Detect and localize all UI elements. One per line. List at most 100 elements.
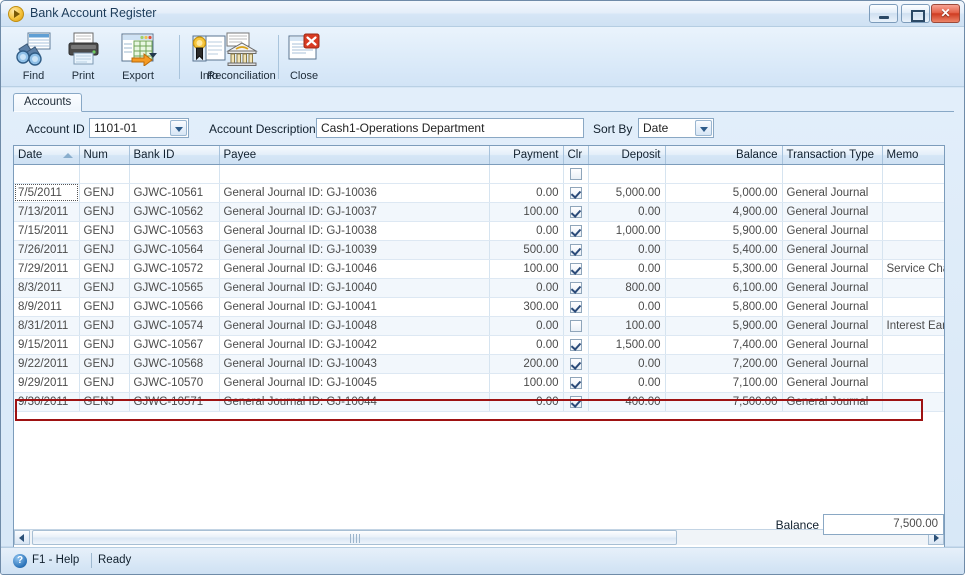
cell-clr[interactable] [563,259,589,279]
cell-balance[interactable]: 7,400.00 [665,335,783,355]
cell-transaction_type[interactable]: General Journal [782,392,883,412]
cell-memo[interactable] [882,335,944,355]
column-header-balance[interactable]: Balance [665,146,783,165]
table-row[interactable]: 8/3/2011 GENJ GJWC-10565 General Journal ID… [14,278,944,298]
cell-num[interactable]: GENJ [79,259,130,279]
new-entry-cell-payment[interactable] [489,164,564,184]
cell-memo[interactable]: Interest Earned [882,316,944,336]
cell-bank_id[interactable]: GJWC-10565 [129,278,220,298]
cell-payment[interactable]: 0.00 [489,392,564,412]
cell-transaction_type[interactable]: General Journal [782,221,883,241]
cell-memo[interactable] [882,240,944,260]
cell-payee[interactable]: General Journal ID: GJ-10046 [219,259,490,279]
cell-memo[interactable] [882,373,944,393]
cell-num[interactable]: GENJ [79,354,130,374]
cell-num[interactable]: GENJ [79,297,130,317]
cell-payee[interactable]: General Journal ID: GJ-10038 [219,221,490,241]
cell-bank_id[interactable]: GJWC-10574 [129,316,220,336]
clr-checkbox[interactable] [569,262,582,275]
table-row[interactable]: 8/31/2011 GENJ GJWC-10574 General Journal I… [14,316,944,336]
cell-date[interactable]: 8/3/2011 [14,278,80,298]
cell-deposit[interactable]: 0.00 [588,240,666,260]
cell-bank_id[interactable]: GJWC-10561 [129,183,220,203]
cell-num[interactable]: GENJ [79,373,130,393]
cell-bank_id[interactable]: GJWC-10572 [129,259,220,279]
cell-date[interactable]: 9/30/2011 [14,392,80,412]
cell-num[interactable]: GENJ [79,335,130,355]
cell-payment[interactable]: 300.00 [489,297,564,317]
account-id-dropdown-icon[interactable] [170,120,187,136]
column-header-clr[interactable]: Clr [563,146,589,165]
new-entry-cell-deposit[interactable] [588,164,666,184]
cell-deposit[interactable]: 1,000.00 [588,221,666,241]
cell-num[interactable]: GENJ [79,316,130,336]
cell-bank_id[interactable]: GJWC-10563 [129,221,220,241]
cell-date[interactable]: 9/22/2011 [14,354,80,374]
cell-date[interactable]: 9/29/2011 [14,373,80,393]
cell-transaction_type[interactable]: General Journal [782,373,883,393]
cell-payment[interactable]: 0.00 [489,221,564,241]
register-grid[interactable]: Date Num Bank ID Payee Payment Clr Deposit Bala… [13,145,945,574]
export-dropdown-arrow-icon[interactable] [149,53,157,58]
cell-deposit[interactable]: 0.00 [588,373,666,393]
cell-date[interactable]: 8/9/2011 [14,297,80,317]
new-entry-cell-transaction_type[interactable] [782,164,883,184]
clr-checkbox[interactable] [569,281,582,294]
cell-clr[interactable] [563,392,589,412]
cell-payment[interactable]: 200.00 [489,354,564,374]
new-entry-cell-num[interactable] [79,164,130,184]
table-row[interactable]: 7/29/2011 GENJ GJWC-10572 General Journal I… [14,259,944,279]
cell-balance[interactable]: 5,900.00 [665,316,783,336]
cell-deposit[interactable]: 800.00 [588,278,666,298]
column-header-deposit[interactable]: Deposit [588,146,666,165]
cell-payment[interactable]: 100.00 [489,259,564,279]
cell-clr[interactable] [563,354,589,374]
cell-num[interactable]: GENJ [79,392,130,412]
cell-bank_id[interactable]: GJWC-10567 [129,335,220,355]
cell-deposit[interactable]: 400.00 [588,392,666,412]
cell-payee[interactable]: General Journal ID: GJ-10040 [219,278,490,298]
clr-checkbox[interactable] [569,186,582,199]
cell-bank_id[interactable]: GJWC-10566 [129,297,220,317]
new-entry-cell-payee[interactable] [219,164,490,184]
cell-clr[interactable] [563,202,589,222]
cell-num[interactable]: GENJ [79,183,130,203]
cell-memo[interactable] [882,392,944,412]
clr-checkbox[interactable] [569,357,582,370]
cell-deposit[interactable]: 0.00 [588,297,666,317]
cell-bank_id[interactable]: GJWC-10562 [129,202,220,222]
cell-payee[interactable]: General Journal ID: GJ-10037 [219,202,490,222]
new-entry-cell-bank_id[interactable] [129,164,220,184]
sort-by-dropdown-icon[interactable] [695,120,712,136]
table-row[interactable]: 7/15/2011 GENJ GJWC-10563 General Journal I… [14,221,944,241]
cell-num[interactable]: GENJ [79,278,130,298]
cell-payment[interactable]: 0.00 [489,183,564,203]
cell-payment[interactable]: 0.00 [489,278,564,298]
cell-balance[interactable]: 7,500.00 [665,392,783,412]
table-row[interactable]: 7/26/2011 GENJ GJWC-10564 General Journal I… [14,240,944,260]
cell-transaction_type[interactable]: General Journal [782,354,883,374]
cell-balance[interactable]: 5,800.00 [665,297,783,317]
clr-checkbox[interactable] [569,338,582,351]
cell-payment[interactable]: 100.00 [489,373,564,393]
clr-checkbox[interactable] [569,205,582,218]
cell-balance[interactable]: 7,100.00 [665,373,783,393]
cell-payee[interactable]: General Journal ID: GJ-10044 [219,392,490,412]
cell-deposit[interactable]: 0.00 [588,354,666,374]
new-entry-cell-clr[interactable] [563,164,589,184]
cell-clr[interactable] [563,335,589,355]
column-header-payment[interactable]: Payment [489,146,564,165]
cell-date[interactable]: 7/26/2011 [14,240,80,260]
cell-num[interactable]: GENJ [79,202,130,222]
cell-payee[interactable]: General Journal ID: GJ-10042 [219,335,490,355]
table-row[interactable]: 8/9/2011 GENJ GJWC-10566 General Journal ID… [14,297,944,317]
table-row[interactable]: 7/5/2011 GENJ GJWC-10561 General Journal ID… [14,183,944,203]
cell-deposit[interactable]: 1,500.00 [588,335,666,355]
clr-checkbox[interactable] [569,395,582,408]
cell-transaction_type[interactable]: General Journal [782,202,883,222]
cell-clr[interactable] [563,240,589,260]
cell-balance[interactable]: 5,000.00 [665,183,783,203]
cell-balance[interactable]: 6,100.00 [665,278,783,298]
toolbar-button-print[interactable]: Print [59,29,107,85]
account-id-combobox[interactable]: 1101-01 [89,118,189,138]
